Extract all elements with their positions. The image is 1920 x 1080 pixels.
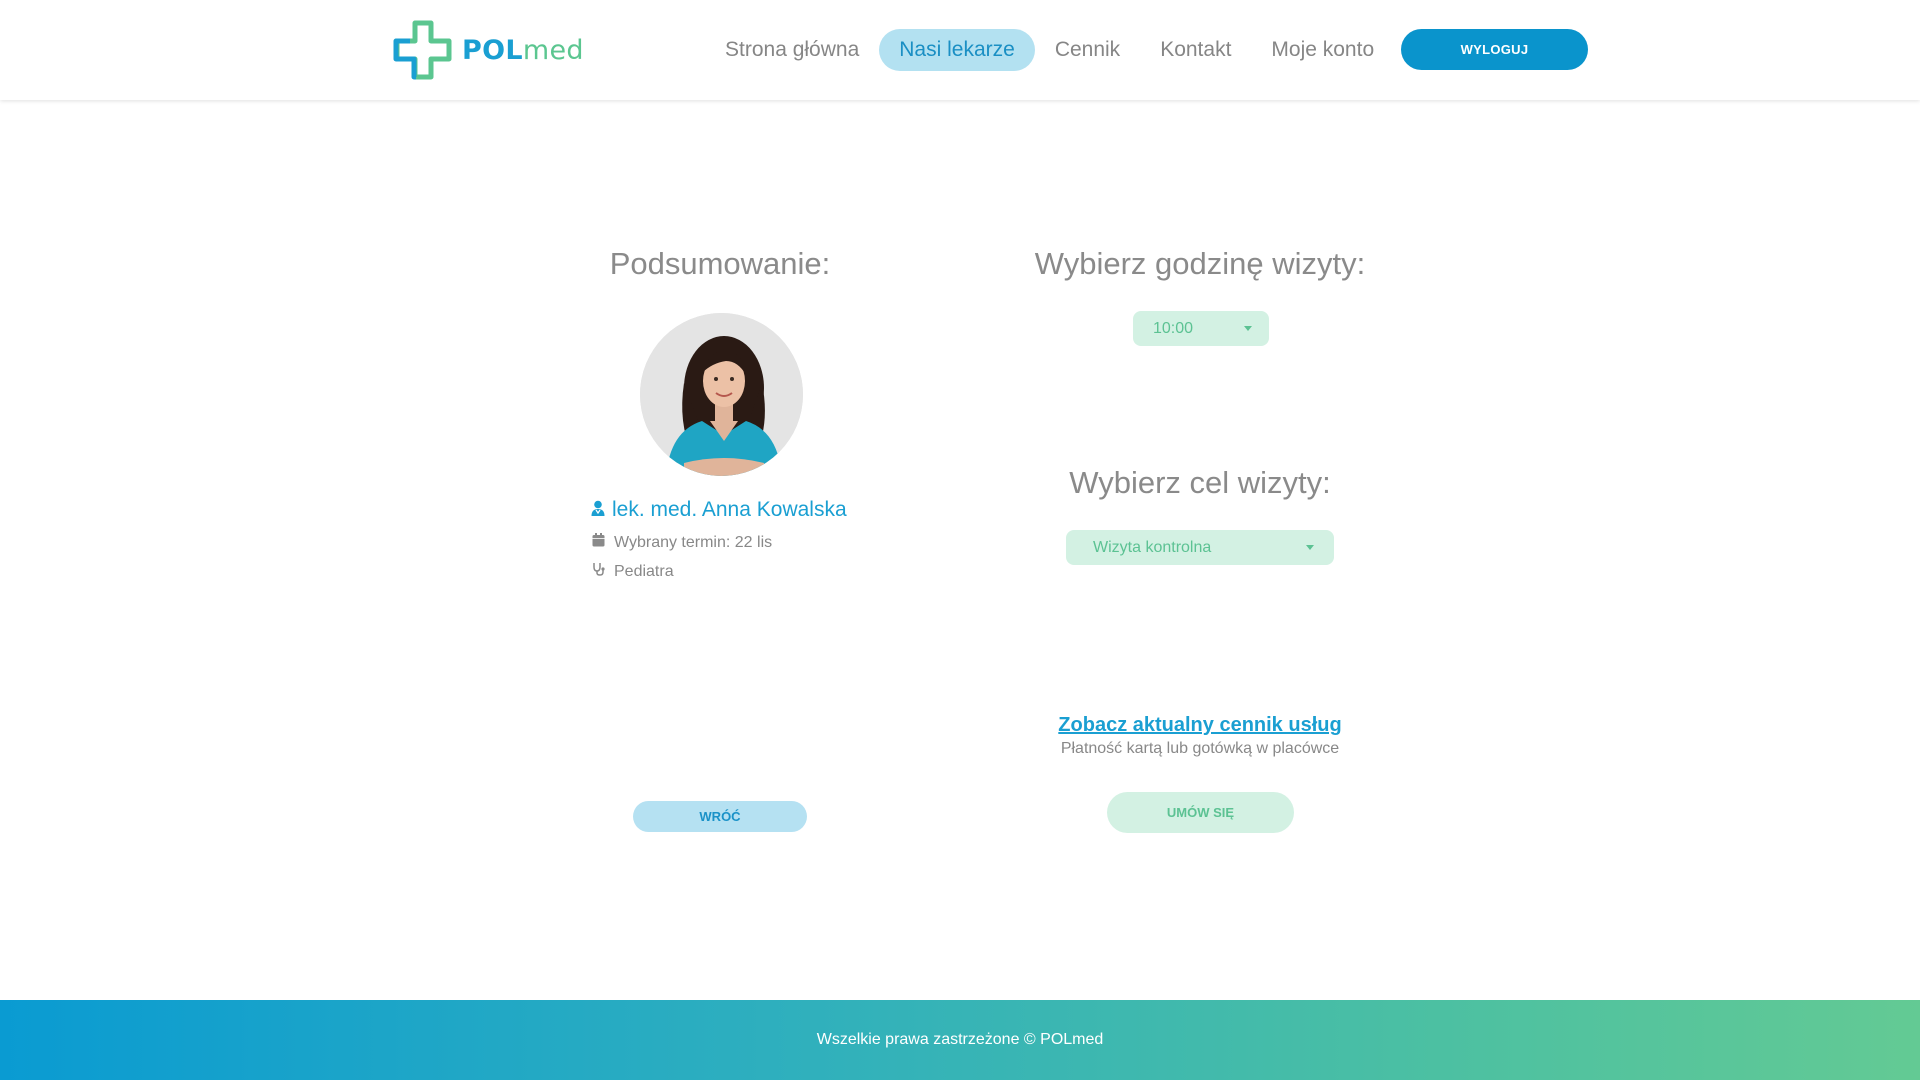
site-footer: Wszelkie prawa zastrzeżone © POLmed bbox=[0, 1000, 1920, 1080]
hour-select[interactable]: 10:00 bbox=[1133, 311, 1269, 346]
specialty: Pediatra bbox=[614, 562, 674, 580]
main-nav: Strona główna Nasi lekarze Cennik Kontak… bbox=[705, 29, 1394, 71]
selected-date: Wybrany termin: 22 lis bbox=[614, 533, 773, 551]
doctor-icon bbox=[591, 500, 605, 521]
nav-item-home[interactable]: Strona główna bbox=[705, 29, 879, 71]
site-header: POLmed Strona główna Nasi lekarze Cennik… bbox=[0, 0, 1920, 100]
purpose-select[interactable]: Wizyta kontrolna bbox=[1066, 530, 1334, 565]
footer-copyright: Wszelkie prawa zastrzeżone © POLmed bbox=[816, 1031, 1104, 1048]
medical-cross-icon bbox=[392, 19, 452, 81]
calendar-icon bbox=[592, 533, 605, 552]
logo-text: POLmed bbox=[462, 35, 584, 66]
selected-date-row: Wybrany termin: 22 lis bbox=[592, 533, 772, 552]
payment-note: Płatność kartą lub gotówką w placówce bbox=[1060, 740, 1340, 757]
hour-title: Wybierz godzinę wizyty: bbox=[1034, 246, 1366, 281]
back-button[interactable]: WRÓĆ bbox=[633, 801, 807, 832]
logout-button[interactable]: WYLOGUJ bbox=[1401, 29, 1588, 70]
pricelist-link[interactable]: Zobacz aktualny cennik usług bbox=[1000, 714, 1400, 737]
chevron-down-icon bbox=[1244, 326, 1252, 331]
doctor-name-row: lek. med. Anna Kowalska bbox=[591, 498, 847, 522]
doctor-name: lek. med. Anna Kowalska bbox=[612, 498, 847, 521]
chevron-down-icon bbox=[1306, 545, 1314, 550]
book-appointment-button[interactable]: UMÓW SIĘ bbox=[1107, 792, 1294, 833]
nav-item-contact[interactable]: Kontakt bbox=[1140, 29, 1251, 71]
summary-title: Podsumowanie: bbox=[609, 246, 831, 281]
nav-item-doctors[interactable]: Nasi lekarze bbox=[879, 29, 1035, 71]
logo[interactable]: POLmed bbox=[392, 19, 584, 81]
logo-text-med: med bbox=[522, 34, 584, 66]
hour-select-value: 10:00 bbox=[1153, 319, 1194, 337]
specialty-row: Pediatra bbox=[592, 562, 674, 581]
nav-item-my-account[interactable]: Moje konto bbox=[1251, 29, 1394, 71]
stethoscope-icon bbox=[592, 562, 605, 581]
purpose-select-value: Wizyta kontrolna bbox=[1093, 538, 1212, 556]
nav-item-pricelist[interactable]: Cennik bbox=[1035, 29, 1140, 71]
logo-text-pol: POL bbox=[462, 34, 523, 66]
purpose-title: Wybierz cel wizyty: bbox=[1069, 465, 1331, 500]
doctor-avatar bbox=[640, 313, 803, 476]
